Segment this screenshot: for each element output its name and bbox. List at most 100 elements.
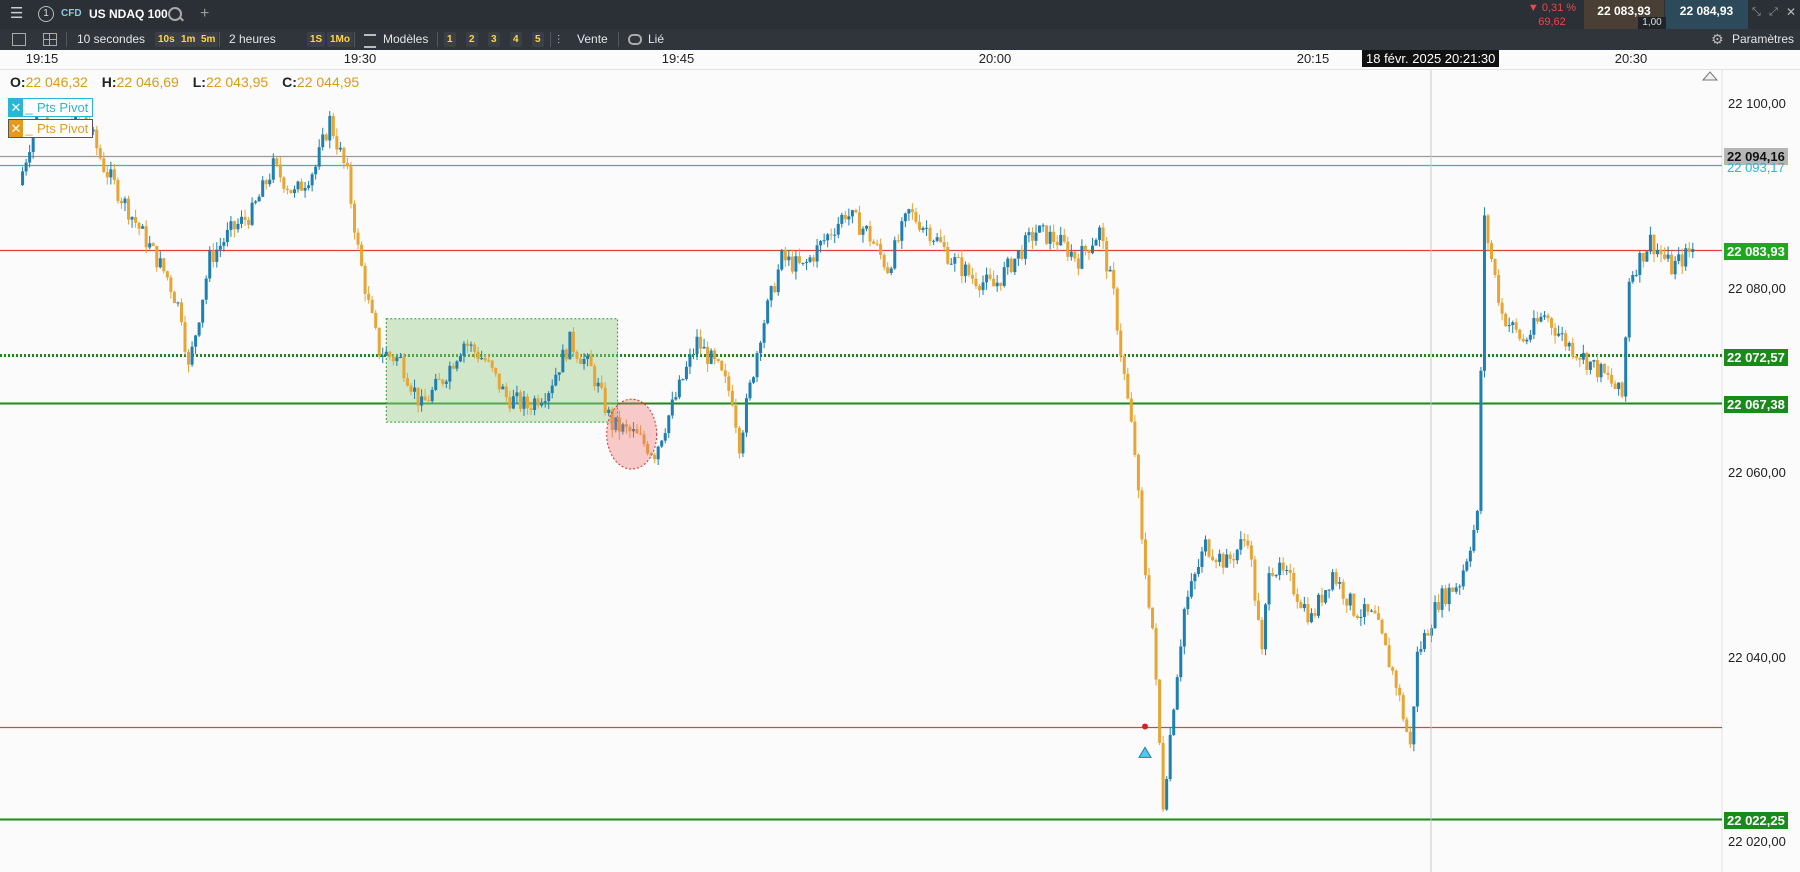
candle-body <box>317 147 321 167</box>
template-slot-5[interactable]: 5 <box>532 32 544 47</box>
candle-body <box>790 256 794 272</box>
candle-body <box>1521 338 1525 342</box>
y-tick: 22 100,00 <box>1728 96 1786 111</box>
gear-icon[interactable]: ⚙ <box>1711 31 1724 48</box>
open-value: 22 046,32 <box>25 74 88 90</box>
template-slot-4[interactable]: 4 <box>510 32 522 47</box>
time-tick: 20:15 <box>1296 51 1330 66</box>
candle-body <box>762 323 766 343</box>
candle-body <box>992 278 996 287</box>
candle-body <box>384 351 388 356</box>
candle-body <box>303 187 307 191</box>
candle-body <box>197 322 201 336</box>
candle-body <box>508 397 512 409</box>
candle-body <box>1302 604 1306 609</box>
price-badge-support-dotted: 22 072,57 <box>1724 349 1788 366</box>
candle-body <box>1087 250 1091 253</box>
candle-body <box>1440 588 1444 610</box>
templates-button[interactable]: Modèles <box>383 29 428 50</box>
candle-body <box>335 136 339 150</box>
candle-body <box>550 385 554 394</box>
interval-select[interactable]: 10 secondes <box>77 29 145 50</box>
candle-body <box>271 158 275 180</box>
instrument-name[interactable]: US NDAQ 100 <box>89 7 168 21</box>
candle-body <box>1641 253 1645 262</box>
grid-view-icon[interactable] <box>43 33 57 46</box>
candle-body <box>1172 709 1176 735</box>
candle-body <box>1105 241 1109 272</box>
candle-body <box>847 216 851 220</box>
candle-body <box>1313 613 1317 616</box>
candle-body <box>201 299 205 323</box>
candle-body <box>1221 553 1225 568</box>
remove-indicator-icon[interactable]: ✕ <box>9 99 23 116</box>
candle-body <box>1426 633 1430 636</box>
candle-body <box>1334 572 1338 584</box>
quick-interval-10s[interactable]: 10s <box>155 32 178 47</box>
candle-body <box>921 228 925 231</box>
hamburger-menu-icon[interactable]: ☰ <box>10 6 24 22</box>
candle-body <box>1525 339 1529 342</box>
candle-body <box>522 396 526 409</box>
link-button[interactable]: Lié <box>648 29 664 50</box>
price-chart[interactable] <box>0 70 1800 872</box>
candle-body <box>444 381 448 384</box>
candle-body <box>194 335 198 347</box>
quick-period-1s[interactable]: 1S <box>307 32 326 47</box>
candle-body <box>1066 241 1070 257</box>
candle-body <box>1599 364 1603 378</box>
candle-body <box>1620 382 1624 397</box>
search-icon-handle <box>179 16 184 22</box>
candle-body <box>695 336 699 355</box>
candle-body <box>1461 570 1465 587</box>
candle-body <box>490 360 494 368</box>
quick-period-1mo[interactable]: 1Mo <box>327 32 353 47</box>
close-icon[interactable]: ✕ <box>1786 5 1796 19</box>
candle-body <box>1415 651 1419 707</box>
ask-button[interactable]: 22 084,93 <box>1665 0 1748 29</box>
legend-pivot-orange[interactable]: ✕ _ Pts Pivot <box>8 119 94 138</box>
quick-interval-1m[interactable]: 1m <box>178 32 199 47</box>
candle-body <box>1479 370 1483 511</box>
candle-body <box>187 351 191 365</box>
candle-body <box>1299 601 1303 609</box>
candle-body <box>328 115 332 141</box>
candle-body <box>1098 227 1102 240</box>
candle-body <box>1062 234 1066 242</box>
candle-body <box>1359 616 1363 619</box>
link-icon <box>628 34 642 45</box>
candle-body <box>254 201 258 203</box>
scroll-up-arrow-icon[interactable] <box>1701 71 1719 81</box>
period-select[interactable]: 2 heures <box>229 29 276 50</box>
sell-button[interactable]: Vente <box>577 29 608 50</box>
list-view-icon[interactable] <box>12 33 26 46</box>
candle-body <box>1631 274 1635 282</box>
remove-indicator-icon[interactable]: ✕ <box>9 120 23 137</box>
candle-body <box>822 240 826 242</box>
candle-body <box>564 349 568 360</box>
price-badge-support: 22 067,38 <box>1724 396 1788 413</box>
candle-body <box>1588 361 1592 370</box>
candle-body <box>667 415 671 434</box>
candle-body <box>1122 355 1126 374</box>
template-slot-2[interactable]: 2 <box>466 32 478 47</box>
legend-pivot-blue[interactable]: ✕ _ Pts Pivot <box>8 98 94 117</box>
add-tab-icon[interactable]: + <box>200 5 209 23</box>
settings-button[interactable]: Paramètres <box>1732 29 1794 50</box>
template-slot-1[interactable]: 1 <box>444 32 456 47</box>
candle-body <box>222 242 226 246</box>
expand-icon[interactable]: ⤢ <box>1769 6 1778 19</box>
candle-body <box>218 245 222 250</box>
candle-body <box>663 433 667 441</box>
template-slot-3[interactable]: 3 <box>488 32 500 47</box>
candle-body <box>783 250 787 261</box>
candle-body <box>882 254 886 268</box>
quick-interval-5m[interactable]: 5m <box>198 32 219 47</box>
time-tick: 19:45 <box>661 51 695 66</box>
candle-body <box>1691 249 1695 253</box>
candle-body <box>441 379 445 384</box>
candle-body <box>1140 490 1144 540</box>
candle-body <box>737 427 741 454</box>
restore-icon[interactable]: ⤡ <box>1752 6 1761 19</box>
candle-body <box>999 282 1003 286</box>
